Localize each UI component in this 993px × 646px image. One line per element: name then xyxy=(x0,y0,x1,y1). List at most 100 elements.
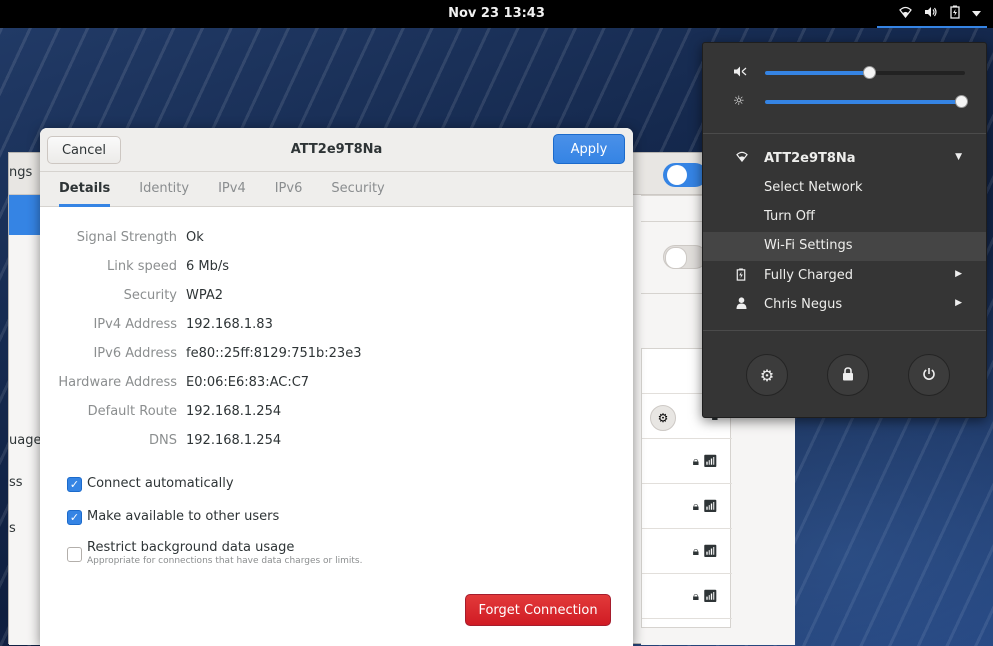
volume-icon xyxy=(924,6,938,20)
connect-automatically-label: Connect automatically xyxy=(87,476,234,491)
restrict-background-label: Restrict background data usage xyxy=(87,540,295,555)
lock-wifi-icon: 🔒︎ 📶︎ xyxy=(692,499,718,513)
sidebar-item-language[interactable]: uage xyxy=(9,433,41,448)
battery-item[interactable]: Fully Charged ▶ xyxy=(703,262,986,291)
lock-wifi-icon: 🔒︎ 📶︎ xyxy=(692,544,718,558)
detail-value: E0:06:E6:83:AC:C7 xyxy=(186,375,310,390)
forget-connection-button[interactable]: Forget Connection xyxy=(465,594,611,626)
system-tray[interactable] xyxy=(877,0,987,28)
lock-button[interactable] xyxy=(827,354,869,396)
dialog-header: Cancel ATT2e9T8Na Apply xyxy=(40,128,633,172)
detail-value: 192.168.1.254 xyxy=(186,433,282,448)
tab-ipv6[interactable]: IPv6 xyxy=(275,172,303,207)
volume-slider-handle[interactable] xyxy=(863,66,876,79)
tab-security[interactable]: Security xyxy=(331,172,384,207)
wifi-settings-item[interactable]: Wi-Fi Settings xyxy=(703,232,986,261)
tab-ipv4[interactable]: IPv4 xyxy=(218,172,246,207)
volume-icon xyxy=(733,65,747,82)
detail-row-default-route: Default Route 192.168.1.254 xyxy=(40,404,633,424)
lock-wifi-icon: 🔒︎ 📶︎ xyxy=(692,454,718,468)
available-to-others-label: Make available to other users xyxy=(87,509,280,524)
volume-slider[interactable] xyxy=(765,66,965,79)
brightness-icon: ☼ xyxy=(733,94,745,109)
detail-label: IPv6 Address xyxy=(93,346,177,361)
battery-icon xyxy=(950,5,960,21)
detail-label: Default Route xyxy=(87,404,177,419)
detail-row-hardware-address: Hardware Address E0:06:E6:83:AC:C7 xyxy=(40,375,633,395)
detail-label: Security xyxy=(123,288,177,303)
restrict-background-option[interactable]: Restrict background data usage Appropria… xyxy=(67,540,362,566)
sidebar-item-fragment[interactable]: s xyxy=(9,521,16,536)
restrict-background-sublabel: Appropriate for connections that have da… xyxy=(87,556,363,566)
dialog-tabs: Details Identity IPv4 IPv6 Security xyxy=(40,172,633,207)
dropdown-arrow-icon xyxy=(972,7,981,19)
brightness-slider-row: ☼ xyxy=(733,94,973,110)
network-row[interactable]: 🔒︎ 📶︎ xyxy=(642,574,732,619)
select-network-label: Select Network xyxy=(764,180,863,195)
detail-value: 192.168.1.254 xyxy=(186,404,282,419)
menu-separator xyxy=(703,133,986,134)
airplane-toggle[interactable] xyxy=(663,245,707,269)
restrict-background-checkbox[interactable] xyxy=(67,547,82,562)
wifi-toggle[interactable] xyxy=(663,163,707,187)
volume-slider-row xyxy=(733,65,973,81)
battery-label: Fully Charged xyxy=(764,268,853,283)
wifi-icon xyxy=(736,151,748,165)
user-icon xyxy=(736,297,747,312)
network-row[interactable]: 🔒︎ 📶︎ xyxy=(642,529,732,574)
chevron-right-icon: ▶ xyxy=(955,269,962,279)
lock-wifi-icon: 🔒︎ 📶︎ xyxy=(692,589,718,603)
sidebar-fragment: ngs xyxy=(9,165,33,180)
wifi-network-item[interactable]: ATT2e9T8Na ▼ xyxy=(703,145,986,174)
detail-label: Signal Strength xyxy=(76,230,177,245)
tab-identity[interactable]: Identity xyxy=(139,172,189,207)
volume-slider-fill xyxy=(765,71,869,75)
detail-label: Hardware Address xyxy=(58,375,177,390)
select-network-item[interactable]: Select Network xyxy=(703,174,986,203)
detail-row-link-speed: Link speed 6 Mb/s xyxy=(40,259,633,279)
brightness-slider[interactable] xyxy=(765,95,968,108)
brightness-slider-handle[interactable] xyxy=(955,95,968,108)
connect-automatically-option[interactable]: ✓ Connect automatically xyxy=(67,476,234,492)
settings-sidebar xyxy=(9,195,43,645)
turn-off-label: Turn Off xyxy=(764,209,815,224)
detail-value: 192.168.1.83 xyxy=(186,317,273,332)
sidebar-item-access[interactable]: ss xyxy=(9,475,23,490)
detail-label: Link speed xyxy=(106,259,177,274)
tab-details[interactable]: Details xyxy=(59,172,111,207)
dialog-title: ATT2e9T8Na xyxy=(290,142,383,157)
detail-value: 6 Mb/s xyxy=(186,259,230,274)
network-row[interactable]: 🔒︎ 📶︎ xyxy=(642,484,732,529)
detail-value: fe80::25ff:8129:751b:23e3 xyxy=(186,346,362,361)
network-settings-gear-icon[interactable]: ⚙ xyxy=(650,405,676,431)
turn-off-item[interactable]: Turn Off xyxy=(703,203,986,232)
detail-value: Ok xyxy=(186,230,204,245)
sidebar-item-selected[interactable] xyxy=(9,195,43,235)
wifi-icon xyxy=(899,6,912,20)
chevron-down-icon: ▼ xyxy=(955,152,962,162)
detail-row-signal-strength: Signal Strength Ok xyxy=(40,230,633,250)
brightness-slider-fill xyxy=(765,100,961,104)
apply-button[interactable]: Apply xyxy=(553,134,625,164)
clock[interactable]: Nov 23 13:43 xyxy=(0,6,993,21)
wifi-network-name: ATT2e9T8Na xyxy=(764,151,856,166)
user-item[interactable]: Chris Negus ▶ xyxy=(703,291,986,320)
connect-automatically-checkbox[interactable]: ✓ xyxy=(67,477,82,492)
battery-icon xyxy=(736,268,746,284)
settings-button[interactable]: ⚙ xyxy=(746,354,788,396)
power-icon xyxy=(922,366,936,385)
menu-separator xyxy=(703,330,986,331)
available-to-others-checkbox[interactable]: ✓ xyxy=(67,510,82,525)
network-details-dialog: Cancel ATT2e9T8Na Apply Details Identity… xyxy=(40,128,633,646)
network-row[interactable]: 🔒︎ 📶︎ xyxy=(642,439,732,484)
lock-icon xyxy=(842,366,854,385)
detail-row-dns: DNS 192.168.1.254 xyxy=(40,433,633,453)
detail-label: DNS xyxy=(149,433,177,448)
settings-icon: ⚙ xyxy=(759,365,775,385)
user-label: Chris Negus xyxy=(764,297,843,312)
detail-row-ipv4-address: IPv4 Address 192.168.1.83 xyxy=(40,317,633,337)
system-menu: ☼ ATT2e9T8Na ▼ Select Network Turn Off W… xyxy=(702,42,987,418)
wifi-settings-label: Wi-Fi Settings xyxy=(764,238,853,253)
power-button[interactable] xyxy=(908,354,950,396)
available-to-others-option[interactable]: ✓ Make available to other users xyxy=(67,509,279,525)
